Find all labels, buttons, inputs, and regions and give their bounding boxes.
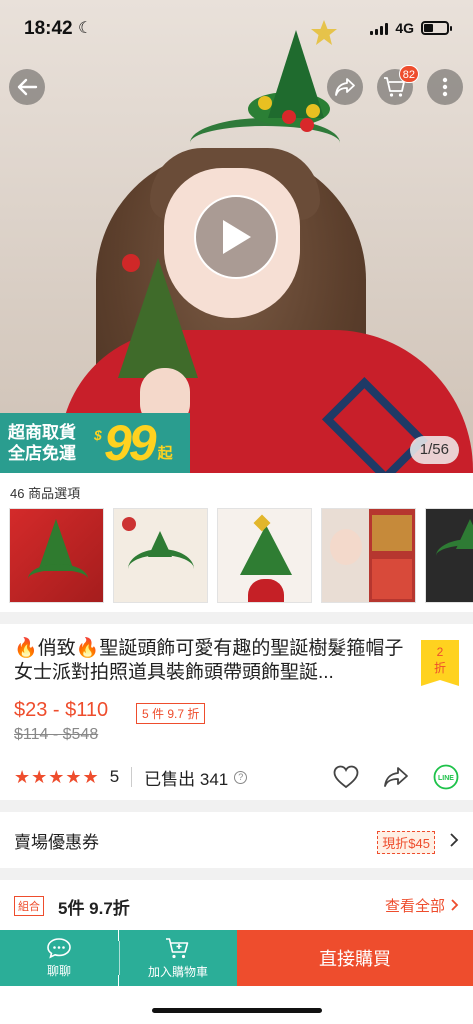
variation-thumb[interactable]: [425, 508, 473, 603]
chat-button[interactable]: 聊聊: [0, 930, 118, 986]
product-title: 🔥俏致🔥聖誕頭飾可愛有趣的聖誕樹髮箍帽子女士派對拍照道具裝飾頭帶頭飾聖誕...: [14, 638, 404, 683]
chat-icon: [47, 938, 71, 959]
add-to-cart-label: 加入購物車: [147, 965, 208, 979]
chevron-right-icon: [450, 833, 459, 847]
shop-vouchers-row[interactable]: 賣場優惠券 現折$45: [0, 812, 473, 868]
back-button[interactable]: [9, 69, 45, 105]
variation-thumb[interactable]: [113, 508, 208, 603]
share-button[interactable]: [327, 69, 363, 105]
variation-thumb[interactable]: [321, 508, 416, 603]
chat-label: 聊聊: [46, 964, 71, 978]
play-video-button[interactable]: [194, 195, 278, 279]
chevron-right-icon: [451, 899, 459, 911]
heart-icon[interactable]: [333, 765, 359, 789]
price-range: $23 - $110: [14, 699, 109, 721]
bundle-deal-row[interactable]: 組合 5件 9.7折 查看全部: [0, 880, 473, 930]
variation-thumb[interactable]: [9, 508, 104, 603]
share-icon: [335, 78, 355, 96]
rating-stars: ★★★★★: [14, 766, 100, 787]
status-time: 18:42: [24, 18, 73, 39]
bulk-discount-tag[interactable]: 5 件 9.7 折: [136, 703, 206, 724]
more-vertical-icon: [442, 77, 448, 97]
tree-prop: [118, 258, 198, 378]
line-share-icon[interactable]: LINE: [433, 764, 459, 790]
more-options-button[interactable]: [427, 69, 463, 105]
promo-amount: 99: [104, 415, 157, 471]
battery-icon: [421, 21, 452, 35]
voucher-tag: 現折$45: [377, 831, 435, 854]
cart-button[interactable]: 82: [377, 65, 419, 105]
play-icon: [223, 220, 251, 254]
network-type: 4G: [395, 20, 414, 36]
promo-suffix: 起: [157, 444, 173, 462]
bundle-tag: 組合: [14, 896, 44, 916]
discount-badge: 2 折: [421, 640, 459, 686]
home-indicator: [152, 1008, 322, 1013]
variation-thumb[interactable]: [217, 508, 312, 603]
sold-count: 已售出 341: [144, 769, 229, 789]
variation-thumbnails[interactable]: [9, 508, 473, 604]
original-price: $114 - $548: [14, 726, 99, 743]
promo-line2: 全店免運: [8, 444, 76, 463]
buy-now-button[interactable]: 直接購買: [237, 930, 473, 986]
rating-row: ★★★★★ 5 已售出 341 ? LINE: [14, 764, 459, 790]
svg-text:LINE: LINE: [438, 775, 454, 782]
status-bar: 18:42 ☾ 4G: [0, 0, 473, 56]
promo-currency: $: [94, 427, 102, 443]
promo-line1: 超商取貨: [8, 423, 76, 442]
add-to-cart-icon: [166, 938, 189, 959]
bundle-title: 5件 9.7折: [58, 899, 130, 918]
rating-value: 5: [109, 767, 120, 786]
variations-count: 46 商品選項: [10, 486, 81, 501]
promo-banner[interactable]: 超商取貨 全店免運 $ 99 起: [0, 413, 190, 473]
add-to-cart-button[interactable]: 加入購物車: [119, 930, 237, 986]
bottom-action-bar: 聊聊 加入購物車 直接購買: [0, 930, 473, 986]
image-counter: 1/56: [409, 436, 459, 464]
signal-icon: [370, 22, 389, 35]
arrow-left-icon: [17, 78, 38, 96]
share-icon[interactable]: [383, 766, 409, 788]
help-icon[interactable]: ?: [234, 770, 248, 784]
moon-icon: ☾: [78, 20, 93, 37]
vouchers-label: 賣場優惠券: [14, 832, 99, 852]
see-all-link[interactable]: 查看全部: [385, 895, 445, 916]
cart-count-badge: 82: [398, 65, 419, 83]
